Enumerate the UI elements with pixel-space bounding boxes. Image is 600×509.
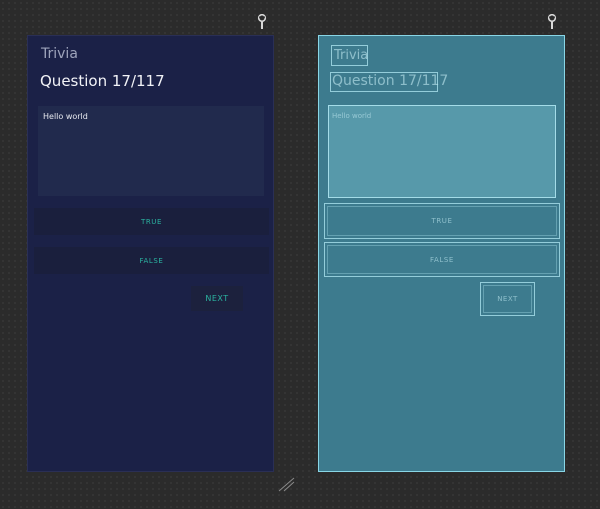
pin-icon[interactable] [256,14,268,30]
next-button[interactable]: NEXT [191,286,243,311]
false-button[interactable]: FALSE [34,247,269,274]
blueprint-false-button[interactable]: FALSE [324,242,560,277]
pin-icon[interactable] [546,14,558,30]
true-button[interactable]: TRUE [34,208,269,235]
blueprint-question-card[interactable]: Hello world [328,105,556,198]
app-title: Trivia [41,46,78,62]
resize-handle-icon[interactable] [277,476,295,492]
blueprint-preview: Trivia Question 17/117 Hello world TRUE … [318,35,565,472]
blueprint-true-button[interactable]: TRUE [324,203,560,239]
blueprint-app-title[interactable]: Trivia [331,45,368,66]
design-preview: Trivia Question 17/117 Hello world TRUE … [27,35,274,472]
blueprint-question-counter[interactable]: Question 17/117 [330,72,448,92]
blueprint-next-button[interactable]: NEXT [480,282,535,316]
question-counter: Question 17/117 [40,72,165,90]
question-text: Hello world [43,112,88,121]
question-card: Hello world [38,106,264,196]
